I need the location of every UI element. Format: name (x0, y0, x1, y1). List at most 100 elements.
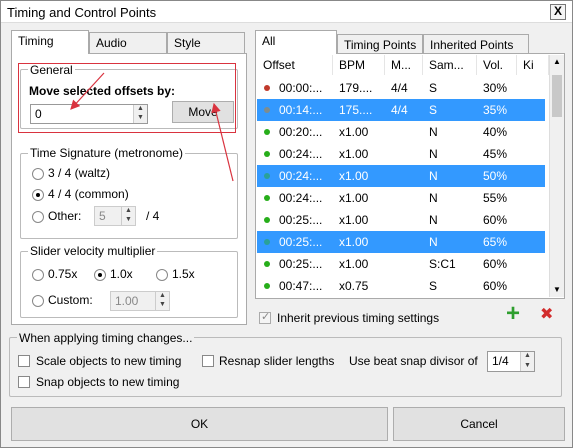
other-signature-input[interactable]: 5 ▲ ▼ (94, 206, 136, 226)
cell-offset: 00:14:... (279, 103, 323, 117)
resnap-sliders-checkbox[interactable] (202, 355, 214, 367)
column-offset[interactable]: Offset (257, 55, 333, 75)
cell-bpm: x1.00 (339, 147, 369, 161)
close-button[interactable]: X (550, 4, 566, 20)
point-type-dot-icon (264, 107, 270, 113)
tab-all[interactable]: All (255, 30, 337, 54)
tab-inherited-points[interactable]: Inherited Points (423, 34, 529, 54)
cell-meter: 4/4 (391, 81, 408, 95)
cell-bpm: x1.00 (339, 191, 369, 205)
cell-offset: 00:24:... (279, 169, 323, 183)
cancel-button[interactable]: Cancel (393, 407, 565, 441)
window-title: Timing and Control Points (7, 5, 157, 20)
spin-down-icon[interactable]: ▼ (156, 301, 169, 310)
scroll-down-icon[interactable]: ▼ (550, 283, 564, 297)
cell-offset: 00:47:... (279, 279, 323, 293)
cell-offset: 00:00:... (279, 81, 323, 95)
cell-bpm: 179.... (339, 81, 373, 95)
scale-objects-label: Scale objects to new timing (36, 354, 182, 368)
tab-audio[interactable]: Audio (89, 32, 167, 54)
radio-velocity-150[interactable] (156, 269, 168, 281)
radio-waltz-label: 3 / 4 (waltz) (48, 166, 111, 180)
spin-down-icon[interactable]: ▼ (122, 216, 135, 225)
spin-up-icon[interactable]: ▲ (122, 207, 135, 216)
cell-volume: 30% (483, 81, 508, 95)
beat-snap-divisor-input[interactable]: 1/4 ▲ ▼ (487, 351, 535, 372)
radio-velocity-custom-label: Custom: (48, 293, 93, 307)
spin-up-icon[interactable]: ▲ (521, 352, 534, 362)
tab-timing-points[interactable]: Timing Points (337, 34, 423, 54)
inherit-checkbox[interactable]: ✓ (259, 311, 271, 324)
cell-volume: 45% (483, 147, 508, 161)
snap-objects-checkbox[interactable] (18, 376, 30, 388)
point-type-dot-icon (264, 85, 270, 91)
table-row[interactable]: 00:25:... x1.00 S:C1 60% (257, 253, 545, 275)
cell-volume: 65% (483, 235, 508, 249)
table-row[interactable]: 00:00:... 179.... 4/4 S 30% (257, 77, 545, 99)
table-row[interactable]: 00:25:... x1.00 N 60% (257, 209, 545, 231)
cell-volume: 40% (483, 125, 508, 139)
scroll-thumb[interactable] (552, 75, 562, 117)
table-row[interactable]: 00:47:... x0.75 S 60% (257, 275, 545, 297)
column-volume[interactable]: Vol. (477, 55, 517, 75)
table-row[interactable]: 00:25:... x1.00 N 65% (257, 231, 545, 253)
column-meter[interactable]: M... (385, 55, 423, 75)
title-bar[interactable]: Timing and Control Points X (1, 1, 572, 23)
beat-snap-divisor-spinner[interactable]: ▲ ▼ (520, 352, 534, 371)
radio-velocity-075[interactable] (32, 269, 44, 281)
radio-velocity-150-label: 1.5x (172, 267, 195, 281)
cell-bpm: x0.75 (339, 279, 369, 293)
table-scrollbar[interactable]: ▲ ▼ (549, 55, 564, 297)
ok-button[interactable]: OK (11, 407, 388, 441)
radio-velocity-100[interactable] (94, 269, 106, 281)
radio-velocity-custom[interactable] (32, 295, 44, 307)
radio-common-label: 4 / 4 (common) (48, 187, 129, 201)
cell-sample: N (429, 125, 438, 139)
radio-other[interactable] (32, 211, 44, 223)
timing-points-panel: Offset BPM M... Sam... Vol. Ki 00:00:...… (255, 53, 565, 299)
custom-velocity-input[interactable]: 1.00 ▲ ▼ (110, 291, 170, 311)
point-type-dot-icon (264, 217, 270, 223)
table-row[interactable]: 00:24:... x1.00 N 55% (257, 187, 545, 209)
cell-bpm: 175.... (339, 103, 373, 117)
cell-meter: 4/4 (391, 103, 408, 117)
custom-velocity-spinner[interactable]: ▲ ▼ (155, 292, 169, 310)
radio-waltz[interactable] (32, 168, 44, 180)
cell-offset: 00:24:... (279, 147, 323, 161)
time-signature-group-label: Time Signature (metronome) (28, 146, 185, 160)
scale-objects-checkbox[interactable] (18, 355, 30, 367)
cell-bpm: x1.00 (339, 213, 369, 227)
cell-bpm: x1.00 (339, 169, 369, 183)
scroll-up-icon[interactable]: ▲ (550, 55, 564, 69)
remove-point-icon[interactable]: ✖ (540, 306, 553, 324)
table-row[interactable]: 00:20:... x1.00 N 40% (257, 121, 545, 143)
checkmark-icon: ✓ (261, 311, 271, 323)
cell-offset: 00:25:... (279, 235, 323, 249)
radio-other-label: Other: (48, 209, 82, 223)
table-row[interactable]: 00:24:... x1.00 N 50% (257, 165, 545, 187)
cell-volume: 50% (483, 169, 508, 183)
tab-timing[interactable]: Timing (11, 30, 89, 54)
cell-bpm: x1.00 (339, 125, 369, 139)
snap-objects-label: Snap objects to new timing (36, 375, 180, 389)
table-row[interactable]: 00:24:... x1.00 N 45% (257, 143, 545, 165)
column-bpm[interactable]: BPM (333, 55, 385, 75)
cell-sample: S (429, 103, 438, 117)
table-row[interactable]: 00:14:... 175.... 4/4 S 35% (257, 99, 545, 121)
point-type-dot-icon (264, 151, 270, 157)
annotation-highlight-box (18, 63, 236, 133)
radio-common[interactable] (32, 189, 44, 201)
column-sample[interactable]: Sam... (423, 55, 477, 75)
spin-up-icon[interactable]: ▲ (156, 292, 169, 301)
column-kiai[interactable]: Ki (517, 55, 549, 75)
other-signature-spinner[interactable]: ▲ ▼ (121, 207, 135, 225)
timing-points-table: Offset BPM M... Sam... Vol. Ki 00:00:...… (257, 55, 549, 297)
tab-style[interactable]: Style (167, 32, 245, 54)
cell-sample: S:C1 (429, 257, 456, 271)
cell-volume: 60% (483, 279, 508, 293)
point-type-dot-icon (264, 283, 270, 289)
spin-down-icon[interactable]: ▼ (521, 362, 534, 372)
add-point-icon[interactable]: + (506, 302, 520, 326)
slider-velocity-group-label: Slider velocity multiplier (28, 244, 158, 258)
cell-offset: 00:25:... (279, 213, 323, 227)
